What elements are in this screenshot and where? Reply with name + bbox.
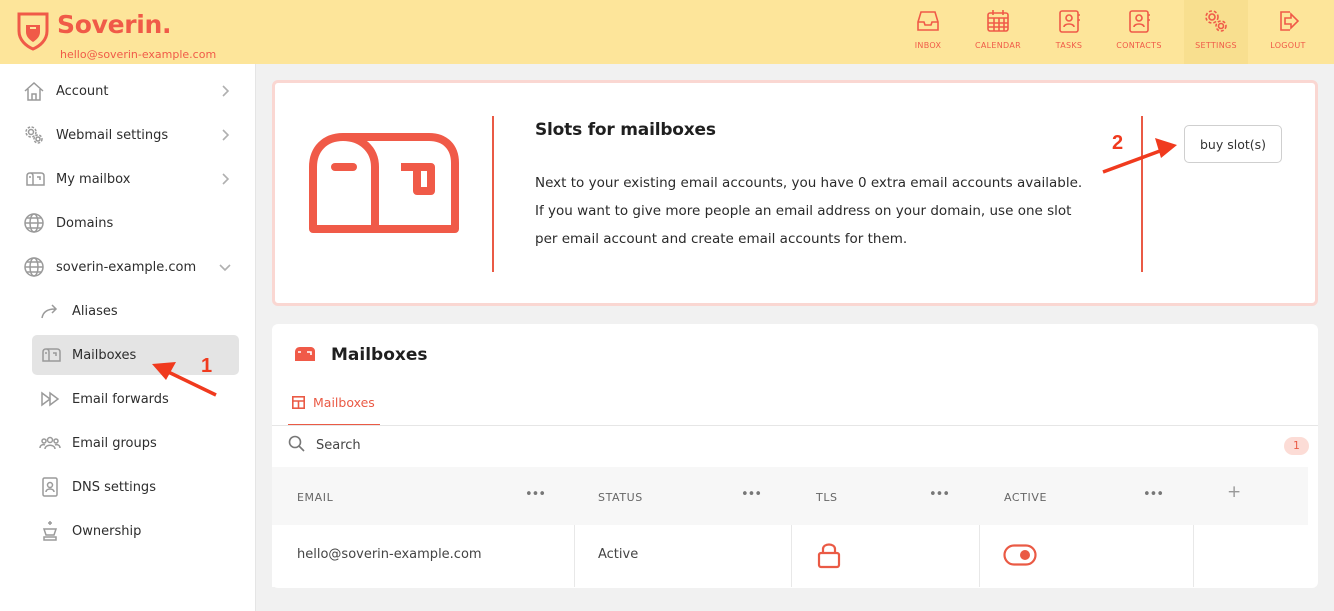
tab-mailboxes[interactable]: Mailboxes — [288, 380, 380, 426]
chevron-right-icon — [222, 129, 230, 141]
column-header-email[interactable]: EMAIL — [297, 491, 333, 504]
top-bar: Soverin. hello@soverin-example.com INBOX… — [0, 0, 1334, 64]
mailboxes-card: Mailboxes Mailboxes 1 EMAIL ••• STATUS •… — [272, 324, 1318, 588]
globe-icon — [24, 213, 44, 233]
slots-card: Slots for mailboxes Next to your existin… — [272, 80, 1318, 306]
nav-logout-label: LOGOUT — [1270, 41, 1306, 50]
column-header-status[interactable]: STATUS — [598, 491, 643, 504]
calendar-icon — [987, 10, 1009, 32]
nav-inbox-label: INBOX — [914, 41, 942, 50]
column-menu-status[interactable]: ••• — [741, 487, 762, 502]
mailbox-icon — [295, 347, 315, 361]
sidebar-item-label: Ownership — [72, 523, 142, 539]
alias-arrow-icon — [41, 304, 58, 319]
divider-left — [492, 116, 494, 272]
tab-divider — [272, 425, 1318, 426]
sidebar-item-email-forwards[interactable]: Email forwards — [32, 379, 239, 419]
sidebar-item-webmail-settings[interactable]: Webmail settings — [16, 115, 240, 155]
search-input[interactable] — [316, 435, 916, 455]
slots-description: Next to your existing email accounts, yo… — [535, 175, 1083, 247]
column-menu-tls[interactable]: ••• — [929, 487, 950, 502]
sidebar-item-label: Mailboxes — [72, 347, 137, 363]
divider-right — [1141, 116, 1143, 272]
cell-email[interactable]: hello@soverin-example.com — [297, 547, 482, 562]
nav-contacts[interactable]: CONTACTS — [1107, 0, 1171, 64]
column-menu-active[interactable]: ••• — [1143, 487, 1164, 502]
sidebar-item-email-groups[interactable]: Email groups — [32, 423, 239, 463]
sidebar-item-aliases[interactable]: Aliases — [32, 291, 239, 331]
annotation-step-1: 1 — [201, 355, 213, 377]
buy-slots-button[interactable]: buy slot(s) — [1184, 125, 1282, 163]
column-header-tls[interactable]: TLS — [816, 491, 838, 504]
sidebar-item-label: Account — [56, 83, 109, 99]
sidebar-item-account[interactable]: Account — [16, 71, 240, 111]
table-row[interactable]: hello@soverin-example.com Active — [272, 525, 1308, 587]
nav-settings[interactable]: SETTINGS — [1184, 0, 1248, 64]
nav-calendar[interactable]: CALENDAR — [966, 0, 1030, 64]
chevron-right-icon — [222, 85, 230, 97]
sidebar-item-my-mailbox[interactable]: My mailbox — [16, 159, 240, 199]
cell-divider — [574, 525, 575, 587]
cell-divider — [1193, 525, 1194, 587]
add-column-button[interactable]: + — [1227, 482, 1241, 502]
nav-calendar-label: CALENDAR — [974, 41, 1021, 50]
sidebar-item-domain-soverin-example[interactable]: soverin-example.com — [16, 247, 240, 287]
soverin-logo-icon[interactable] — [16, 11, 50, 51]
nav-inbox[interactable]: INBOX — [896, 0, 960, 64]
table-header: EMAIL ••• STATUS ••• TLS ••• ACTIVE ••• … — [272, 467, 1308, 525]
slots-title: Slots for mailboxes — [535, 120, 716, 140]
cell-divider — [791, 525, 792, 587]
settings-icon — [1205, 10, 1227, 32]
cell-divider — [979, 525, 980, 587]
chevron-right-icon — [222, 173, 230, 185]
sidebar-item-label: My mailbox — [56, 171, 131, 187]
column-header-active[interactable]: ACTIVE — [1004, 491, 1047, 504]
settings-sidebar: Account Webmail settings My mailbox Doma… — [0, 64, 256, 611]
nav-settings-label: SETTINGS — [1195, 41, 1237, 50]
group-icon — [39, 436, 61, 450]
search-icon[interactable] — [288, 435, 305, 452]
gears-icon — [25, 126, 43, 144]
contacts-icon — [1129, 10, 1150, 33]
sidebar-item-label: Aliases — [72, 303, 118, 319]
mailboxes-title: Mailboxes — [331, 345, 428, 365]
mailbox-icon — [26, 172, 45, 186]
account-email: hello@soverin-example.com — [60, 48, 217, 61]
sidebar-item-dns-settings[interactable]: DNS settings — [32, 467, 239, 507]
globe-icon — [24, 257, 44, 277]
sidebar-item-domains[interactable]: Domains — [16, 203, 240, 243]
result-count-badge: 1 — [1284, 437, 1309, 455]
home-icon — [24, 81, 44, 101]
sidebar-item-label: soverin-example.com — [56, 259, 197, 275]
forward-icon — [41, 391, 60, 407]
tab-mailboxes-label: Mailboxes — [313, 394, 375, 410]
tasks-icon — [1059, 10, 1080, 33]
cell-status: Active — [598, 547, 639, 562]
sidebar-item-label: Email groups — [72, 435, 157, 451]
nav-tasks[interactable]: TASKS — [1037, 0, 1101, 64]
sidebar-item-ownership[interactable]: Ownership — [32, 511, 239, 551]
ownership-icon — [42, 521, 58, 541]
logout-icon — [1280, 11, 1300, 31]
chevron-down-icon — [219, 264, 231, 272]
active-toggle[interactable] — [1003, 544, 1037, 566]
table-icon — [292, 395, 305, 409]
brand-name[interactable]: Soverin. — [57, 10, 172, 39]
sidebar-item-label: Domains — [56, 215, 114, 231]
column-menu-email[interactable]: ••• — [525, 487, 546, 502]
dns-icon — [42, 477, 58, 497]
annotation-step-2: 2 — [1112, 132, 1124, 154]
nav-logout[interactable]: LOGOUT — [1256, 0, 1320, 64]
mailbox-illustration-icon — [309, 133, 459, 233]
mailbox-icon — [42, 348, 61, 362]
inbox-icon — [917, 11, 939, 31]
sidebar-item-label: Email forwards — [72, 391, 169, 407]
lock-icon — [817, 543, 841, 569]
nav-contacts-label: CONTACTS — [1116, 41, 1162, 50]
sidebar-item-label: Webmail settings — [56, 127, 169, 143]
nav-tasks-label: TASKS — [1055, 41, 1083, 50]
sidebar-item-label: DNS settings — [72, 479, 156, 495]
